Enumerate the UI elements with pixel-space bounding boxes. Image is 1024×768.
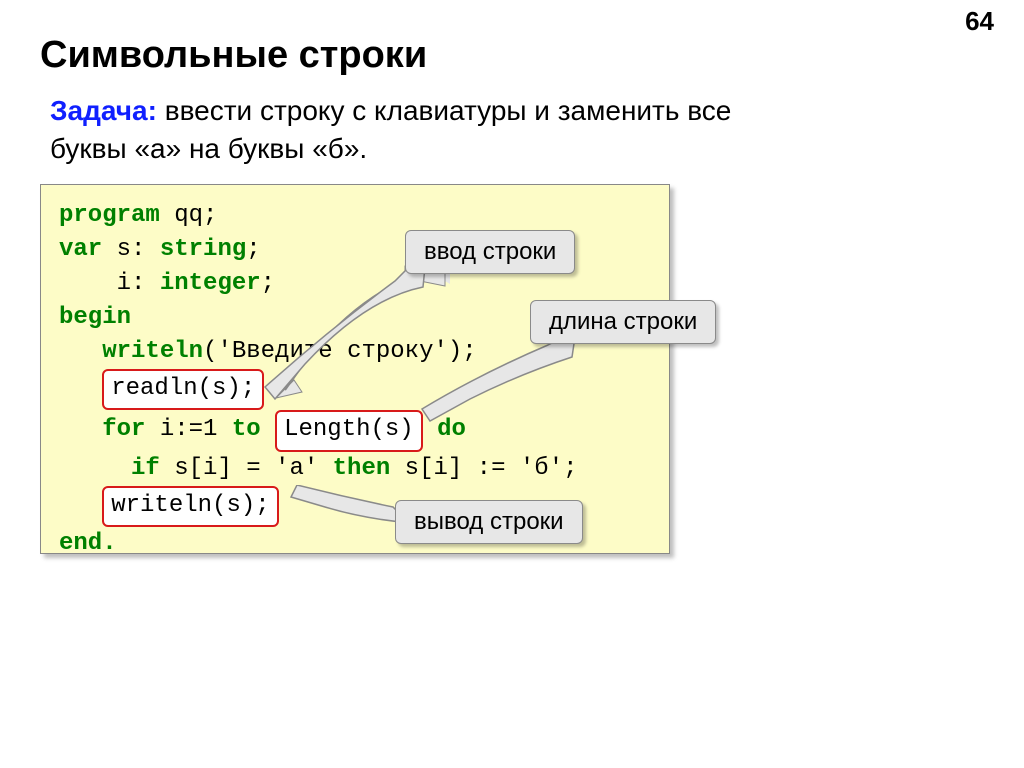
highlight-readln: readln(s); — [102, 369, 264, 410]
task-label: Задача: — [50, 95, 157, 126]
task-text-2: буквы «а» на буквы «б». — [50, 133, 367, 164]
task-statement: Задача: ввести строку с клавиатуры и зам… — [50, 92, 924, 168]
code-box: program qq; var s: string; i: integer; b… — [40, 184, 670, 554]
task-text-1: ввести строку с клавиатуры и заменить вс… — [157, 95, 731, 126]
callout-string-length: длина строки — [530, 300, 716, 344]
callout-input-string: ввод строки — [405, 230, 575, 274]
highlight-writeln: writeln(s); — [102, 486, 278, 527]
page-title: Символьные строки — [40, 34, 427, 77]
page-number: 64 — [965, 6, 994, 37]
callout-output-string: вывод строки — [395, 500, 583, 544]
highlight-length: Length(s) — [275, 410, 423, 451]
